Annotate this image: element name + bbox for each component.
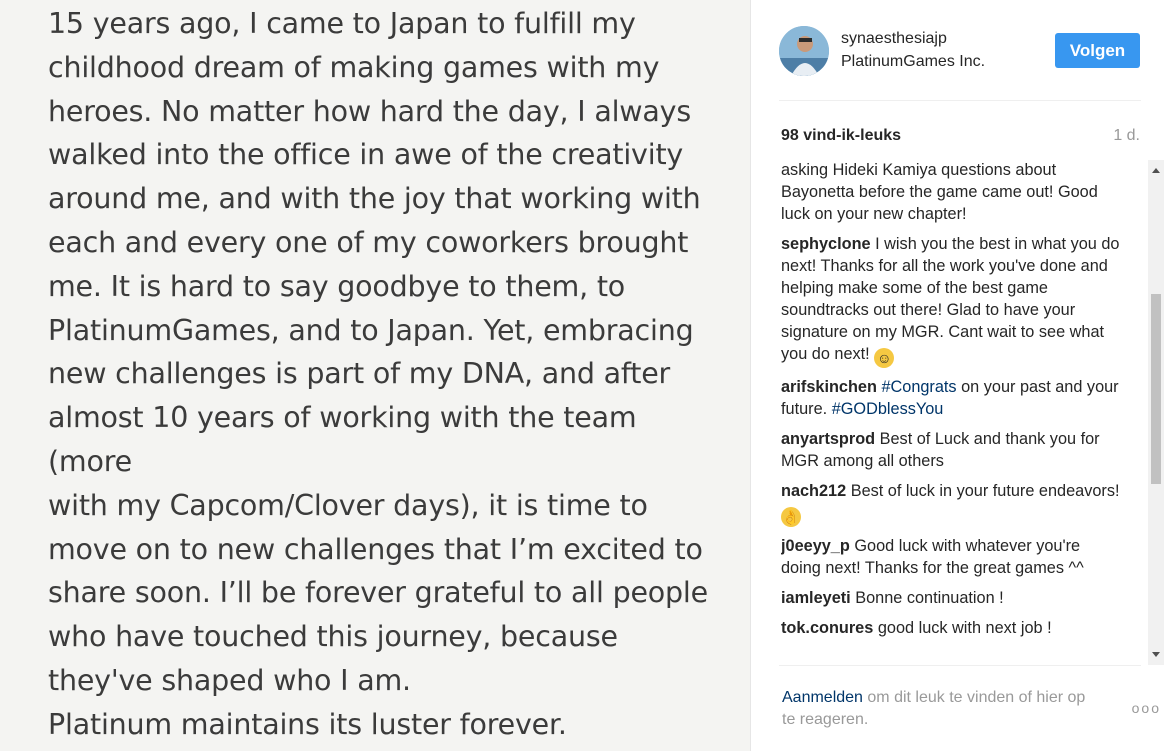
post-sidebar: synaesthesiajp PlatinumGames Inc. Volgen…	[750, 0, 1171, 751]
post-image-text: 15 years ago, I came to Japan to fulfill…	[48, 2, 728, 741]
post-header: synaesthesiajp PlatinumGames Inc. Volgen	[779, 26, 1141, 101]
avatar[interactable]	[779, 26, 829, 76]
location-link[interactable]: PlatinumGames Inc.	[841, 53, 985, 71]
username-link[interactable]: synaesthesiajp	[841, 30, 947, 48]
grin-emoji-icon: ☺	[874, 348, 895, 368]
scroll-down-icon[interactable]	[1152, 652, 1160, 657]
comment-text: I wish you the best in what you do next!…	[781, 235, 1120, 363]
list-item: arifskinchen #Congrats on your past and …	[781, 376, 1121, 420]
comment-text: good luck with next job !	[877, 619, 1052, 637]
post-paragraph-2: Platinum maintains its luster forever.	[48, 708, 567, 741]
list-item: j0eeyy_p Good luck with whatever you're …	[781, 535, 1121, 579]
login-prompt: Aanmelden om dit leuk te vinden of hier …	[782, 687, 1092, 731]
more-options-icon[interactable]: ooo	[1132, 700, 1161, 716]
hashtag-link[interactable]: #GODblessYou	[832, 400, 944, 418]
post-footer: Aanmelden om dit leuk te vinden of hier …	[779, 665, 1159, 752]
comment-text: Best of luck in your future endeavors!	[850, 482, 1120, 500]
ok-hand-emoji-icon: 👌	[781, 507, 801, 527]
comment-text: asking Hideki Kamiya questions about Bay…	[781, 161, 1098, 223]
post-timestamp[interactable]: 1 d.	[1113, 127, 1140, 145]
hashtag-link[interactable]: #Congrats	[881, 378, 956, 396]
comment-username[interactable]: sephyclone	[781, 235, 871, 253]
follow-button[interactable]: Volgen	[1055, 33, 1140, 68]
list-item: tok.conures good luck with next job !	[781, 617, 1121, 639]
comments-list[interactable]: asking Hideki Kamiya questions about Bay…	[781, 160, 1151, 665]
list-item: iamleyeti Bonne continuation !	[781, 587, 1121, 609]
list-item: nach212 Best of luck in your future ende…	[781, 480, 1121, 527]
list-item: asking Hideki Kamiya questions about Bay…	[781, 160, 1121, 225]
comment-username[interactable]: iamleyeti	[781, 589, 851, 607]
comments-scrollbar[interactable]	[1148, 160, 1164, 665]
login-link[interactable]: Aanmelden	[782, 689, 863, 706]
comment-username[interactable]: nach212	[781, 482, 846, 500]
comment-username[interactable]: tok.conures	[781, 619, 873, 637]
scroll-thumb[interactable]	[1151, 294, 1161, 484]
list-item: sephyclone I wish you the best in what y…	[781, 233, 1121, 368]
likes-count[interactable]: 98 vind-ik-leuks	[781, 127, 901, 145]
scroll-up-icon[interactable]	[1152, 168, 1160, 173]
comment-text: Bonne continuation !	[855, 589, 1004, 607]
list-item: anyartsprod Best of Luck and thank you f…	[781, 428, 1121, 472]
post-image: 15 years ago, I came to Japan to fulfill…	[0, 0, 750, 751]
comment-username[interactable]: anyartsprod	[781, 430, 875, 448]
avatar-photo-icon	[779, 26, 829, 76]
comment-username[interactable]: j0eeyy_p	[781, 537, 850, 555]
post-paragraph-1: 15 years ago, I came to Japan to fulfill…	[48, 7, 708, 697]
comment-username[interactable]: arifskinchen	[781, 378, 877, 396]
